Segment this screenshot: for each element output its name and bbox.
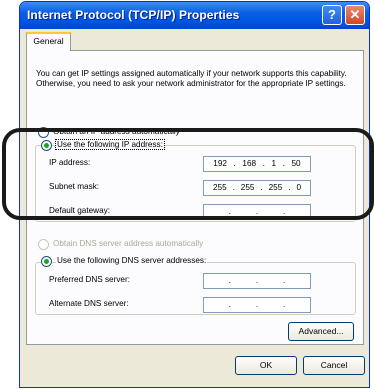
- tab-general[interactable]: General: [26, 32, 71, 51]
- ip-address-label: IP address:: [49, 158, 91, 167]
- subnet-mask-label: Subnet mask:: [49, 182, 100, 191]
- ip-octet-2: 168: [242, 159, 257, 168]
- window-title: Internet Protocol (TCP/IP) Properties: [27, 8, 240, 22]
- default-gateway-label: Default gateway:: [49, 206, 110, 215]
- obtain-dns-auto-label[interactable]: Obtain DNS server address automatically: [53, 239, 203, 248]
- ip-octet-3: 1: [271, 159, 277, 168]
- tcpip-properties-dialog: Internet Protocol (TCP/IP) Properties ? …: [19, 1, 370, 388]
- use-following-ip-label[interactable]: Use the following IP address:: [55, 139, 165, 150]
- preferred-dns-label: Preferred DNS server:: [49, 275, 130, 284]
- alternate-dns-field[interactable]: . . .: [203, 297, 311, 313]
- radio-selected-dot: [44, 259, 49, 264]
- ip-octet-1: 192: [213, 159, 227, 168]
- alternate-dns-label: Alternate DNS server:: [49, 299, 129, 308]
- cancel-button[interactable]: Cancel: [303, 356, 365, 375]
- close-icon: ✕: [349, 7, 361, 22]
- general-panel: You can get IP settings assigned automat…: [26, 50, 364, 345]
- subnet-octet-1: 255: [212, 183, 227, 192]
- obtain-ip-auto-radio[interactable]: [38, 127, 49, 138]
- ok-button[interactable]: OK: [235, 356, 297, 375]
- title-bar[interactable]: Internet Protocol (TCP/IP) Properties ? …: [20, 2, 369, 29]
- subnet-octet-4: 0: [296, 183, 302, 192]
- help-icon: ?: [328, 7, 336, 22]
- use-following-dns-radio[interactable]: [41, 256, 52, 267]
- use-following-dns-label[interactable]: Use the following DNS server addresses:: [56, 256, 208, 265]
- ip-address-field[interactable]: 192. 168. 1. 50: [203, 156, 311, 172]
- subnet-mask-field[interactable]: 255. 255. 255. 0: [203, 180, 311, 196]
- close-button[interactable]: ✕: [345, 5, 365, 25]
- use-following-ip-radio[interactable]: [41, 140, 52, 151]
- subnet-octet-3: 255: [268, 183, 283, 192]
- advanced-button[interactable]: Advanced...: [288, 322, 354, 341]
- obtain-dns-auto-radio[interactable]: [38, 239, 49, 250]
- preferred-dns-field[interactable]: . . .: [203, 273, 311, 289]
- radio-selected-dot: [44, 143, 49, 148]
- ip-octet-4: 50: [291, 159, 301, 168]
- subnet-octet-2: 255: [240, 183, 255, 192]
- help-button[interactable]: ?: [322, 5, 342, 25]
- obtain-ip-auto-label[interactable]: Obtain an IP address automatically: [53, 127, 180, 136]
- description-text: You can get IP settings assigned automat…: [36, 69, 347, 88]
- default-gateway-field[interactable]: . . .: [203, 204, 311, 220]
